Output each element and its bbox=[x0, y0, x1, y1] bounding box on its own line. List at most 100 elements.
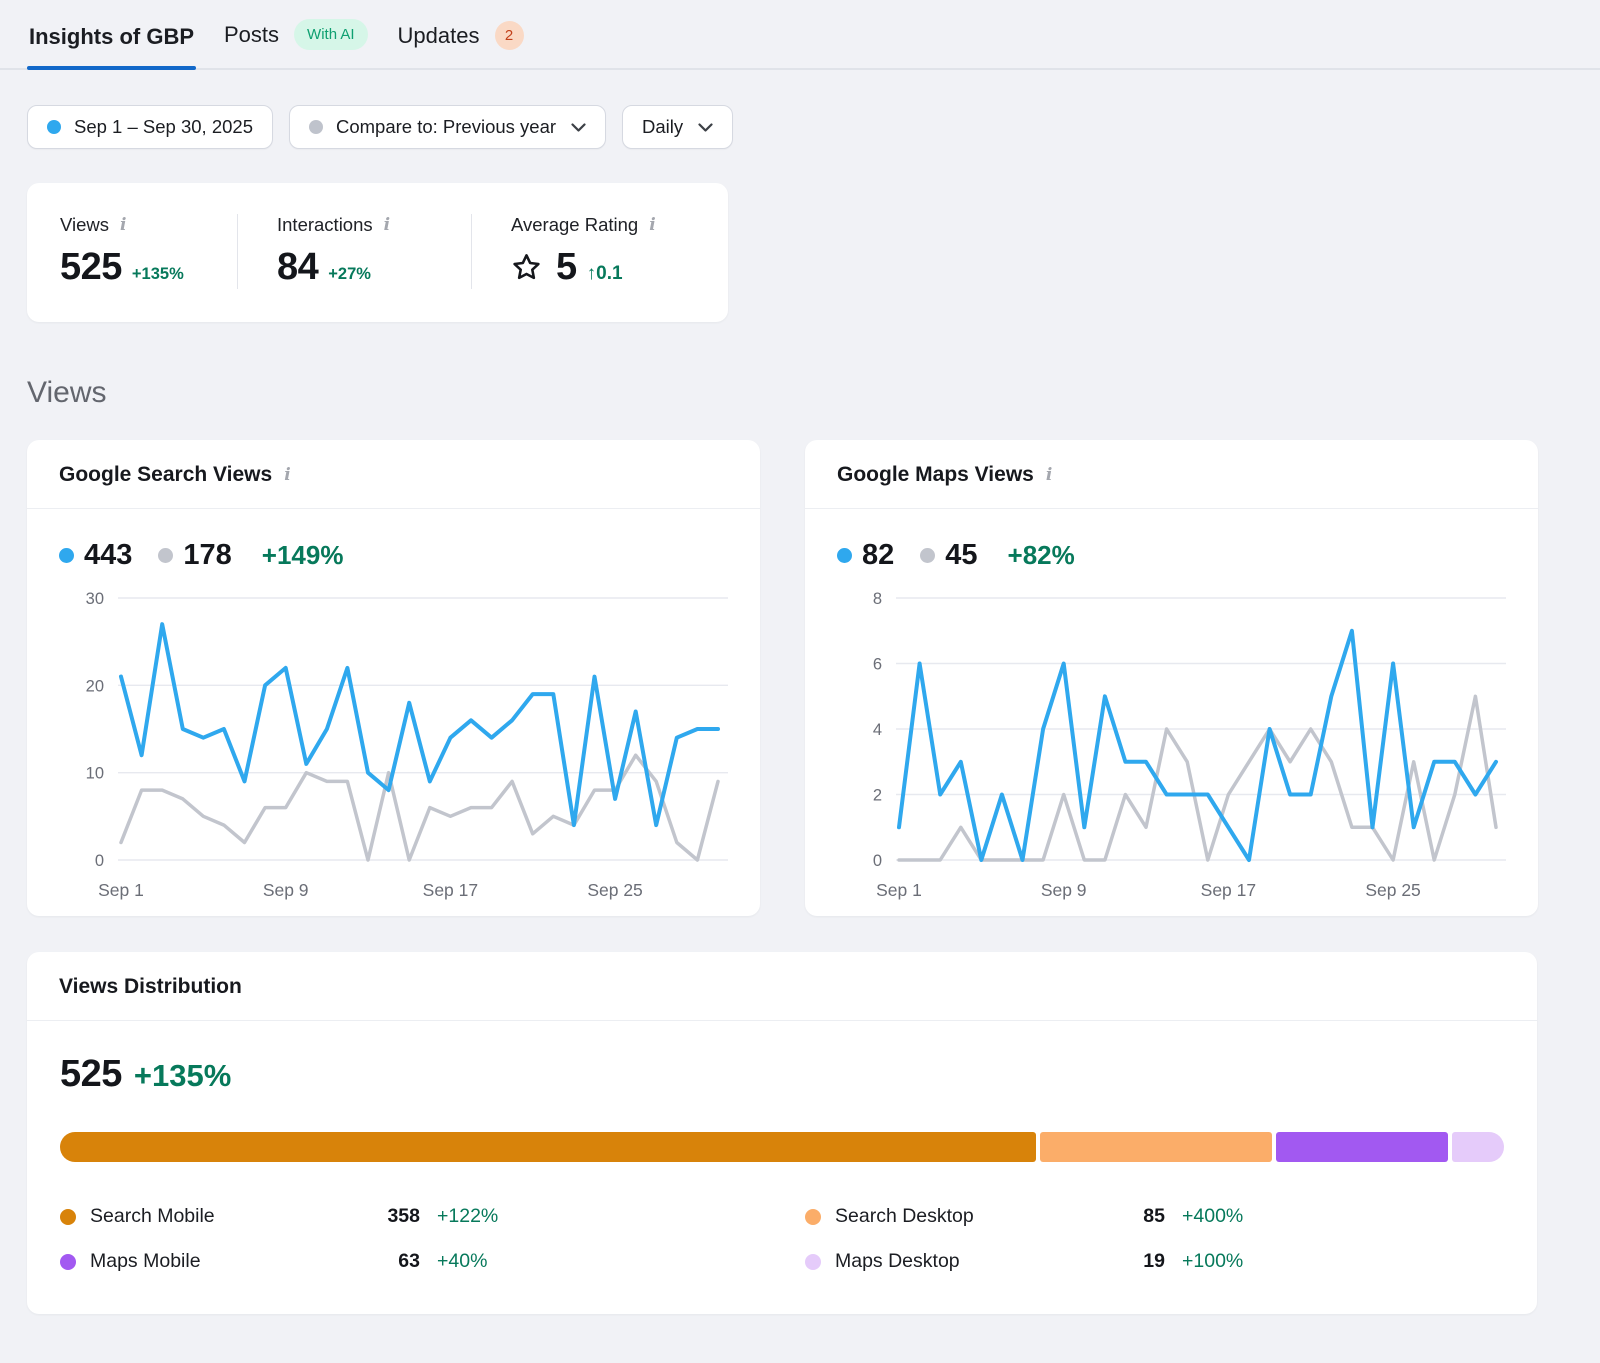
total-views-delta: +135% bbox=[134, 1058, 231, 1094]
filter-row: Sep 1 – Sep 30, 2025 Compare to: Previou… bbox=[27, 105, 1573, 149]
info-icon[interactable] bbox=[284, 467, 290, 484]
search-views-line-chart[interactable]: 0 10 20 30 Sep 1 Sep 9 Sep 17 Sep 25 bbox=[59, 582, 728, 906]
tab-label: Posts bbox=[224, 22, 279, 48]
maps-mobile-dot bbox=[60, 1254, 76, 1270]
legend-value: 63 bbox=[332, 1250, 420, 1273]
info-icon[interactable] bbox=[120, 217, 126, 234]
x-axis-tick-label: Sep 9 bbox=[263, 880, 309, 900]
series-line-previous bbox=[121, 755, 718, 860]
y-axis-tick-label: 10 bbox=[86, 765, 104, 783]
card-title: Google Maps Views bbox=[837, 463, 1034, 487]
date-range-picker[interactable]: Sep 1 – Sep 30, 2025 bbox=[27, 105, 273, 149]
y-axis-tick-label: 20 bbox=[86, 677, 104, 695]
bar-segment-search-mobile[interactable] bbox=[60, 1132, 1036, 1162]
previous-total: 45 bbox=[945, 539, 977, 572]
legend-row-search-desktop: Search Desktop 85 +400% bbox=[805, 1194, 1504, 1239]
previous-series-dot bbox=[920, 548, 935, 563]
current-period-dot bbox=[47, 120, 61, 134]
views-label: Views bbox=[60, 214, 109, 236]
y-axis-tick-label: 6 bbox=[873, 656, 882, 674]
card-title: Views Distribution bbox=[59, 975, 242, 999]
x-axis-tick-label: Sep 17 bbox=[423, 880, 478, 900]
x-axis-tick-label: Sep 25 bbox=[1365, 880, 1420, 900]
charts-row: Google Search Views 443 178 +149% 010203… bbox=[27, 440, 1573, 916]
series-line-current bbox=[899, 631, 1496, 860]
summary-card: Views 525 +135% Interactions 84 +27% Ave… bbox=[27, 183, 728, 322]
previous-period-dot bbox=[309, 120, 323, 134]
x-axis-tick-label: Sep 25 bbox=[587, 880, 642, 900]
legend-label: Maps Mobile bbox=[90, 1250, 332, 1273]
bar-segment-search-desktop[interactable] bbox=[1040, 1132, 1272, 1162]
legend-delta: +100% bbox=[1182, 1250, 1504, 1273]
series-line-current bbox=[121, 624, 718, 825]
views-distribution-card: Views Distribution 525 +135% Search Mobi… bbox=[27, 952, 1537, 1314]
tab-label: Updates bbox=[398, 23, 480, 49]
tab-updates[interactable]: Updates 2 bbox=[396, 21, 526, 68]
updates-count-badge: 2 bbox=[495, 21, 524, 50]
y-axis-tick-label: 2 bbox=[873, 787, 882, 805]
tab-bar: Insights of GBP Posts With AI Updates 2 bbox=[0, 0, 1600, 70]
tab-insights-of-gbp[interactable]: Insights of GBP bbox=[27, 24, 196, 68]
y-axis-tick-label: 0 bbox=[95, 852, 104, 870]
y-axis-tick-label: 0 bbox=[873, 852, 882, 870]
total-views-value: 525 bbox=[60, 1053, 122, 1096]
legend-label: Maps Desktop bbox=[835, 1250, 1077, 1273]
current-total: 443 bbox=[84, 539, 132, 572]
y-axis-tick-label: 8 bbox=[873, 590, 882, 608]
legend-row-maps-mobile: Maps Mobile 63 +40% bbox=[60, 1239, 805, 1284]
tab-posts[interactable]: Posts With AI bbox=[222, 19, 370, 68]
current-series-dot bbox=[837, 548, 852, 563]
legend-label: Search Mobile bbox=[90, 1205, 332, 1228]
distribution-legend: Search Mobile 358 +122% Maps Mobile 63 +… bbox=[60, 1194, 1504, 1284]
compare-to-dropdown[interactable]: Compare to: Previous year bbox=[289, 105, 606, 149]
search-mobile-dot bbox=[60, 1209, 76, 1225]
previous-total: 178 bbox=[183, 539, 231, 572]
views-section-title: Views bbox=[27, 376, 1600, 410]
legend-row-maps-desktop: Maps Desktop 19 +100% bbox=[805, 1239, 1504, 1284]
star-icon bbox=[511, 252, 542, 283]
chart-legend: 443 178 +149% bbox=[59, 539, 728, 572]
bar-segment-maps-desktop[interactable] bbox=[1452, 1132, 1504, 1162]
chevron-down-icon bbox=[571, 123, 586, 132]
legend-delta: +122% bbox=[437, 1205, 805, 1228]
google-maps-views-card: Google Maps Views 82 45 +82% 0 2 4 6 8 Sep 1 S… bbox=[805, 440, 1538, 916]
average-rating-value: 5 bbox=[556, 246, 577, 289]
current-series-dot bbox=[59, 548, 74, 563]
distribution-total: 525 +135% bbox=[60, 1053, 1504, 1096]
info-icon[interactable] bbox=[649, 217, 655, 234]
y-axis-tick-label: 4 bbox=[873, 721, 882, 739]
interactions-delta: +27% bbox=[328, 265, 371, 284]
interactions-value: 84 bbox=[277, 246, 318, 289]
x-axis-tick-label: Sep 17 bbox=[1201, 880, 1256, 900]
legend-value: 85 bbox=[1077, 1205, 1165, 1228]
tab-label: Insights of GBP bbox=[29, 24, 194, 50]
change-percent: +82% bbox=[1008, 540, 1075, 571]
granularity-label: Daily bbox=[642, 116, 683, 138]
summary-interactions: Interactions 84 +27% bbox=[237, 214, 471, 289]
y-axis-tick-label: 30 bbox=[86, 590, 104, 608]
search-desktop-dot bbox=[805, 1209, 821, 1225]
x-axis-tick-label: Sep 1 bbox=[876, 880, 922, 900]
x-axis-tick-label: Sep 9 bbox=[1041, 880, 1087, 900]
card-title: Google Search Views bbox=[59, 463, 272, 487]
date-range-label: Sep 1 – Sep 30, 2025 bbox=[74, 116, 253, 138]
legend-row-search-mobile: Search Mobile 358 +122% bbox=[60, 1194, 805, 1239]
legend-value: 358 bbox=[332, 1205, 420, 1228]
compare-to-label: Compare to: Previous year bbox=[336, 116, 556, 138]
info-icon[interactable] bbox=[1046, 467, 1052, 484]
distribution-stacked-bar[interactable] bbox=[60, 1132, 1504, 1162]
maps-views-line-chart[interactable]: 0 2 4 6 8 Sep 1 Sep 9 Sep 17 Sep 25 bbox=[837, 582, 1506, 906]
x-axis-tick-label: Sep 1 bbox=[98, 880, 144, 900]
views-delta: +135% bbox=[132, 265, 184, 284]
previous-series-dot bbox=[158, 548, 173, 563]
bar-segment-maps-mobile[interactable] bbox=[1276, 1132, 1448, 1162]
granularity-dropdown[interactable]: Daily bbox=[622, 105, 733, 149]
summary-views: Views 525 +135% bbox=[27, 214, 237, 289]
maps-desktop-dot bbox=[805, 1254, 821, 1270]
current-total: 82 bbox=[862, 539, 894, 572]
with-ai-badge: With AI bbox=[294, 19, 368, 50]
legend-delta: +40% bbox=[437, 1250, 805, 1273]
legend-label: Search Desktop bbox=[835, 1205, 1077, 1228]
interactions-label: Interactions bbox=[277, 214, 373, 236]
info-icon[interactable] bbox=[384, 217, 390, 234]
